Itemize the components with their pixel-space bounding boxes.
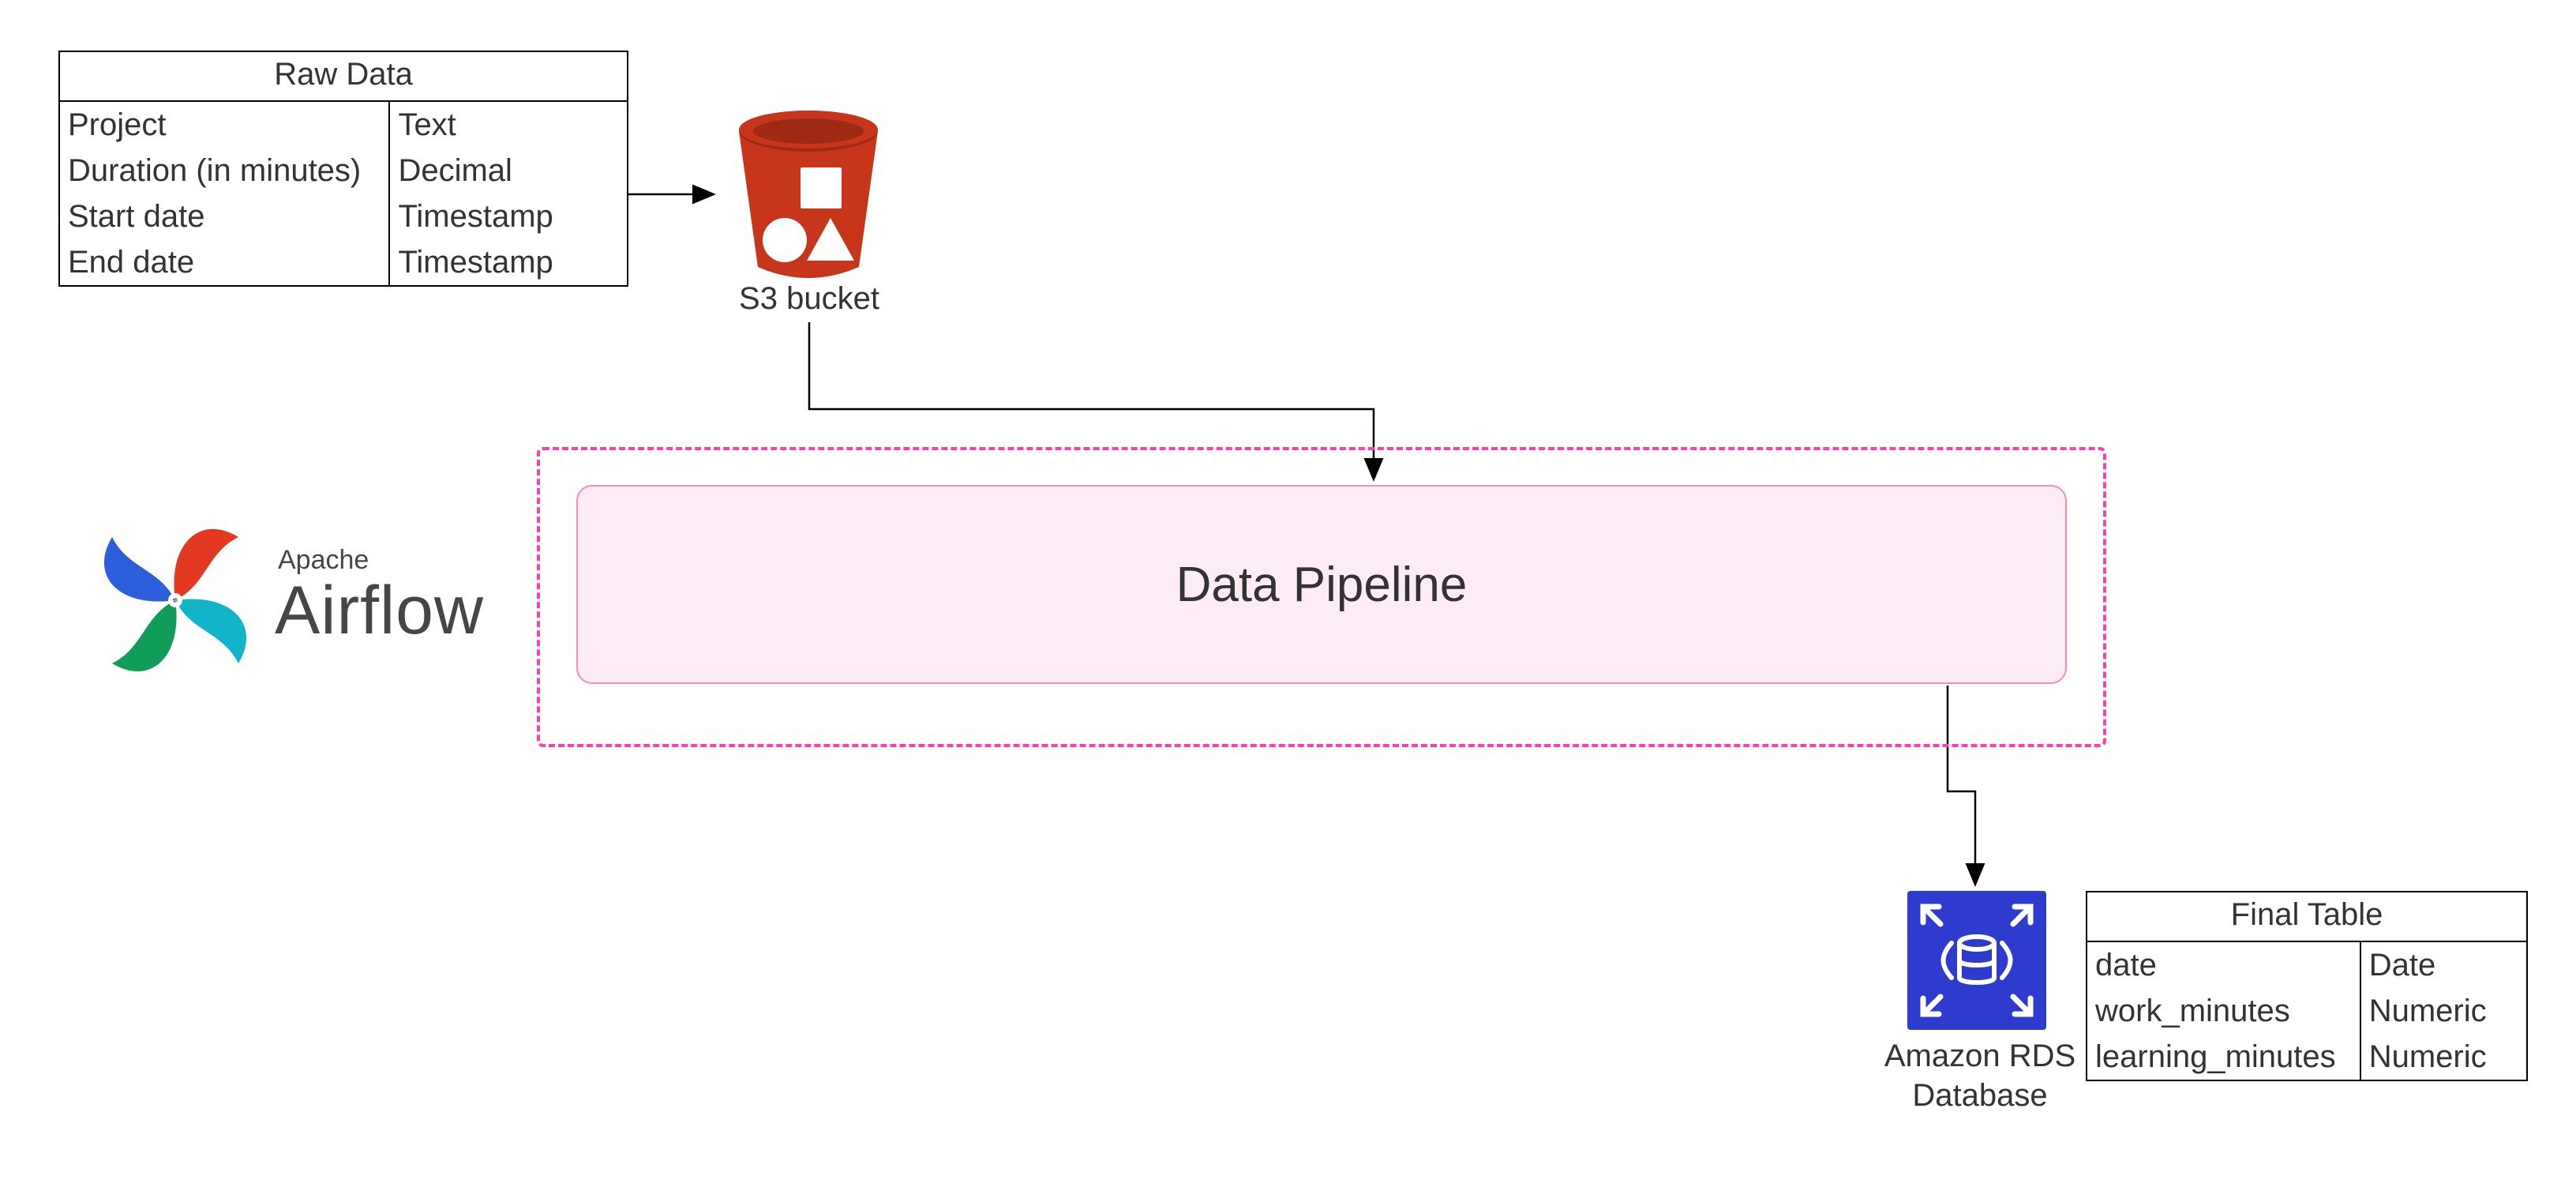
raw-field: Start date xyxy=(60,193,388,239)
raw-field: Duration (in minutes) xyxy=(60,148,388,193)
diagram-stage: Raw Data Project Duration (in minutes) S… xyxy=(0,0,2576,1191)
s3-bucket-label: S3 bucket xyxy=(687,281,932,317)
pipeline-label: Data Pipeline xyxy=(1176,557,1468,613)
final-field: work_minutes xyxy=(2087,988,2360,1034)
raw-type: Timestamp xyxy=(390,239,628,285)
airflow-logo: Apache Airflow xyxy=(88,513,515,687)
raw-data-title: Raw Data xyxy=(60,52,627,102)
final-field: learning_minutes xyxy=(2087,1034,2360,1080)
rds-icon xyxy=(1907,891,2046,1030)
final-type: Numeric xyxy=(2361,1034,2528,1080)
final-type: Numeric xyxy=(2361,988,2528,1034)
raw-field: Project xyxy=(60,102,388,148)
final-field: date xyxy=(2087,942,2360,988)
raw-field: End date xyxy=(60,239,388,285)
final-table-title: Final Table xyxy=(2087,892,2526,942)
final-table: Final Table date work_minutes learning_m… xyxy=(2086,891,2528,1081)
rds-label: Amazon RDS Database xyxy=(1869,1036,2090,1115)
raw-type: Decimal xyxy=(390,148,628,193)
raw-type: Timestamp xyxy=(390,193,628,239)
raw-type: Text xyxy=(390,102,628,148)
s3-bucket-icon xyxy=(725,95,892,281)
airflow-brand-big: Airflow xyxy=(275,572,484,650)
pipeline-box: Data Pipeline xyxy=(576,485,2067,684)
final-type: Date xyxy=(2361,942,2528,988)
raw-data-table: Raw Data Project Duration (in minutes) S… xyxy=(58,51,628,287)
